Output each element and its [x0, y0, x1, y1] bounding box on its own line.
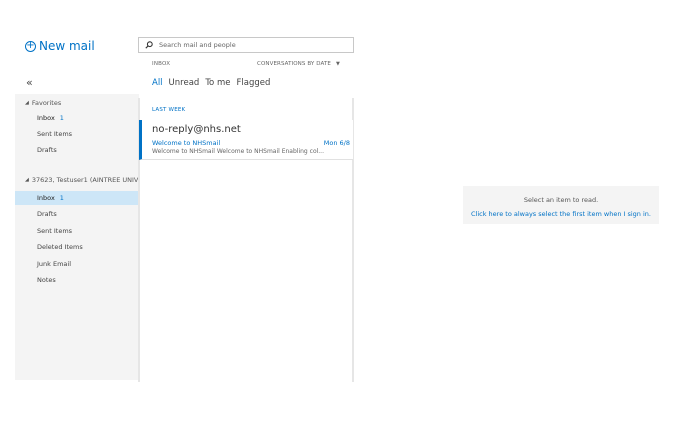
filter-flagged[interactable]: Flagged [236, 78, 270, 88]
filter-unread[interactable]: Unread [169, 78, 200, 88]
message-date: Mon 6/8 [323, 139, 350, 147]
caret-down-icon: ▼ [335, 61, 340, 67]
expand-triangle-icon: ◢ [25, 100, 29, 106]
expand-triangle-icon: ◢ [25, 177, 29, 183]
favorites-header[interactable]: ◢ Favorites [25, 99, 61, 107]
folder-item-sent-items[interactable]: Sent Items [15, 224, 139, 238]
folder-item-drafts[interactable]: Drafts [15, 207, 139, 221]
favorites-item-inbox[interactable]: Inbox 1 [15, 111, 139, 125]
message-sender: no-reply@nhs.net [152, 124, 241, 135]
folder-item-inbox[interactable]: Inbox 1 [15, 191, 139, 205]
unread-count: 1 [59, 194, 64, 202]
unread-count: 1 [59, 114, 64, 122]
always-select-first-link[interactable]: Click here to always select the first it… [463, 210, 659, 218]
search-box[interactable] [138, 37, 354, 53]
message-preview: Welcome to NHSmail Welcome to NHSmail En… [152, 148, 324, 155]
favorites-item-drafts[interactable]: Drafts [15, 143, 139, 157]
current-folder-label: INBOX [152, 61, 171, 67]
plus-circle-icon: + [25, 40, 36, 52]
folder-item-notes[interactable]: Notes [15, 273, 139, 287]
folder-item-deleted-items[interactable]: Deleted Items [15, 240, 139, 254]
reading-pane-title: Select an item to read. [523, 196, 599, 204]
filter-to-me[interactable]: To me [205, 78, 230, 88]
new-mail-button[interactable]: + New mail [25, 37, 95, 55]
sort-dropdown[interactable]: CONVERSATIONS BY DATE ▼ [257, 61, 340, 67]
message-subject: Welcome to NHSmail [152, 139, 221, 147]
account-header[interactable]: ◢ 37623, Testuser1 (AINTREE UNIVER [25, 176, 138, 184]
reading-pane-placeholder: Select an item to read. Click here to al… [463, 186, 659, 224]
search-icon [145, 41, 153, 49]
favorites-item-sent-items[interactable]: Sent Items [15, 127, 139, 141]
date-group-header: LAST WEEK [152, 107, 186, 113]
filter-bar: All Unread To me Flagged [152, 78, 270, 88]
folder-item-junk-email[interactable]: Junk Email [15, 257, 139, 271]
collapse-pane-button[interactable]: « [26, 76, 33, 89]
filter-all[interactable]: All [152, 78, 163, 88]
message-list-item[interactable]: no-reply@nhs.net Welcome to NHSmail Mon … [139, 120, 353, 160]
new-mail-label: New mail [39, 39, 95, 53]
search-input[interactable] [157, 40, 341, 50]
